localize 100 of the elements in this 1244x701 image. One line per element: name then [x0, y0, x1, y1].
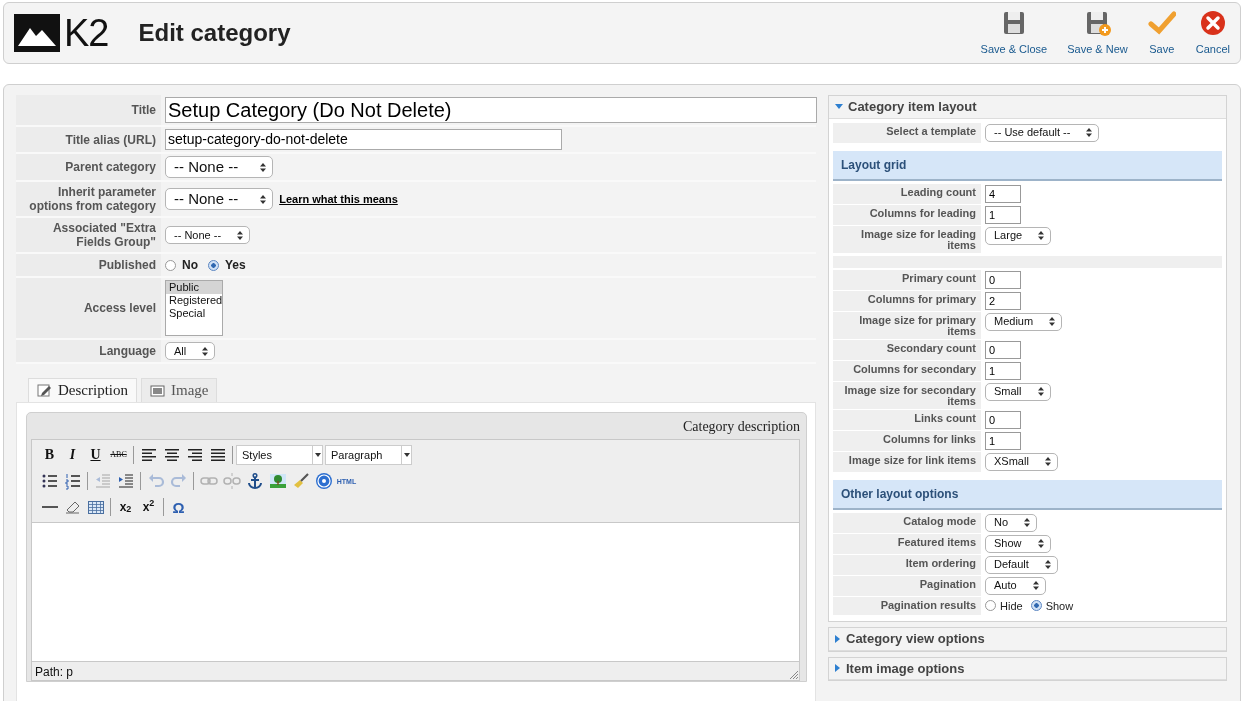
field-label: Catalog mode	[833, 512, 981, 533]
field-label: Secondary count	[833, 339, 981, 360]
help-icon[interactable]	[314, 472, 333, 490]
select-dropdown[interactable]: No	[985, 513, 1038, 532]
field-label: Columns for secondary	[833, 360, 981, 381]
field-label: Links count	[833, 409, 981, 430]
select-dropdown[interactable]: Small	[985, 382, 1051, 401]
superscript-button[interactable]: x$^{2}$	[137, 496, 160, 518]
updown-arrows-icon	[202, 346, 209, 356]
align-center-icon[interactable]	[162, 446, 181, 464]
toolbar-button[interactable]: Cancel	[1189, 4, 1236, 62]
select-dropdown[interactable]: -- None --	[165, 188, 274, 210]
table-icon[interactable]	[86, 498, 105, 516]
picture-frame-icon	[150, 383, 165, 398]
list-option[interactable]: Public	[166, 281, 222, 294]
editor-title: Category description	[681, 418, 800, 436]
list-option[interactable]: Special	[166, 307, 222, 320]
updown-arrows-icon	[1024, 518, 1031, 527]
field-label: Language	[16, 340, 161, 362]
number-field[interactable]: 0	[985, 340, 1021, 359]
toolbar-button[interactable]: Save	[1141, 4, 1182, 62]
field-label: Primary count	[833, 269, 981, 290]
numbered-list-icon[interactable]	[63, 472, 82, 490]
format-dropdown[interactable]: Paragraph	[325, 445, 412, 465]
landscape-image-icon[interactable]	[268, 472, 287, 490]
select-dropdown[interactable]: Show	[985, 534, 1051, 553]
accordion-header[interactable]: Category view options	[829, 628, 1226, 651]
number-field[interactable]: 1	[985, 205, 1021, 224]
align-justify-icon[interactable]	[208, 446, 227, 464]
field-label: Pagination	[833, 575, 981, 596]
radio-button[interactable]	[1030, 600, 1042, 612]
align-left-icon[interactable]	[139, 446, 158, 464]
number-field[interactable]: 1	[985, 431, 1021, 450]
radio-label: Yes	[225, 257, 246, 274]
select-dropdown[interactable]: Medium	[985, 312, 1063, 331]
accordion-header[interactable]: Category item layout	[829, 96, 1226, 119]
accordion-header[interactable]: Item image options	[829, 657, 1226, 680]
special-character-button[interactable]: Ω	[167, 496, 190, 518]
updown-arrows-icon	[1049, 317, 1056, 326]
select-dropdown[interactable]: Default	[985, 555, 1058, 574]
number-field[interactable]: 0	[985, 410, 1021, 429]
text-field[interactable]: Setup Category (Do Not Delete)	[165, 97, 817, 123]
page-title: Edit category	[138, 18, 291, 48]
select-dropdown[interactable]: Large	[985, 226, 1052, 245]
radio-label: Hide	[1000, 598, 1023, 614]
resize-grip-icon[interactable]	[789, 670, 799, 680]
field-label: Image size for link items	[833, 451, 981, 472]
field-label: Item ordering	[833, 554, 981, 575]
format-dropdown[interactable]: Styles	[236, 445, 323, 465]
status-path: Path: p	[34, 664, 75, 680]
select-dropdown[interactable]: -- Use default --	[985, 123, 1100, 142]
field-label: Access level	[16, 278, 161, 338]
edit-note-icon	[37, 383, 52, 398]
tab[interactable]: Description	[28, 378, 137, 402]
updown-arrows-icon	[1044, 457, 1051, 466]
list-option[interactable]: Registered	[166, 294, 222, 307]
radio-button[interactable]	[208, 259, 219, 271]
radio-button[interactable]	[985, 600, 996, 612]
underline-button[interactable]: U	[84, 444, 107, 466]
select-dropdown[interactable]: Auto	[985, 576, 1046, 595]
select-dropdown[interactable]: XSmall	[985, 452, 1058, 471]
list-box[interactable]: Public Registered Special	[165, 280, 223, 336]
tab[interactable]: Image	[141, 378, 218, 402]
collapsed-triangle-icon	[835, 634, 841, 643]
field-label: Image size for secondary items	[833, 381, 981, 409]
select-dropdown[interactable]: All	[165, 342, 216, 360]
field-label: Columns for primary	[833, 290, 981, 311]
field-label: Title alias (URL)	[16, 127, 161, 152]
bullet-list-icon[interactable]	[40, 472, 59, 490]
field-label: Associated "Extra Fields Group"	[16, 218, 161, 252]
italic-button[interactable]: I	[61, 444, 84, 466]
field-label: Published	[16, 254, 161, 276]
text-field[interactable]: setup-category-do-not-delete	[165, 129, 562, 150]
updown-arrows-icon	[1044, 560, 1051, 569]
radio-button[interactable]	[165, 259, 176, 271]
help-link[interactable]: Learn what this means	[279, 190, 398, 208]
field-label: Select a template	[833, 122, 981, 143]
number-field[interactable]: 4	[985, 184, 1021, 203]
toolbar-button[interactable]: Save & New	[1061, 4, 1134, 62]
number-field[interactable]: 0	[985, 270, 1021, 289]
align-right-icon[interactable]	[185, 446, 204, 464]
indent-icon[interactable]	[116, 472, 135, 490]
caret-icon	[314, 453, 321, 457]
close-icon	[1198, 8, 1227, 37]
field-label: Columns for links	[833, 430, 981, 451]
number-field[interactable]: 1	[985, 361, 1021, 380]
subscript-button[interactable]: x$_{2}$	[114, 496, 137, 518]
field-label: Columns for leading	[833, 204, 981, 225]
checkmark-icon	[1147, 8, 1176, 37]
updown-arrows-icon	[1037, 387, 1044, 396]
anchor-icon[interactable]	[245, 472, 264, 490]
toolbar-button[interactable]: Save & Close	[974, 4, 1054, 62]
number-field[interactable]: 2	[985, 291, 1021, 310]
bold-button[interactable]: B	[38, 444, 61, 466]
field-label: Leading count	[833, 183, 981, 204]
field-label: Parent category	[16, 154, 161, 180]
strikethrough-button[interactable]: ABC	[107, 444, 130, 466]
radio-label: No	[182, 257, 198, 274]
select-dropdown[interactable]: -- None --	[165, 226, 251, 244]
select-dropdown[interactable]: -- None --	[165, 156, 274, 178]
